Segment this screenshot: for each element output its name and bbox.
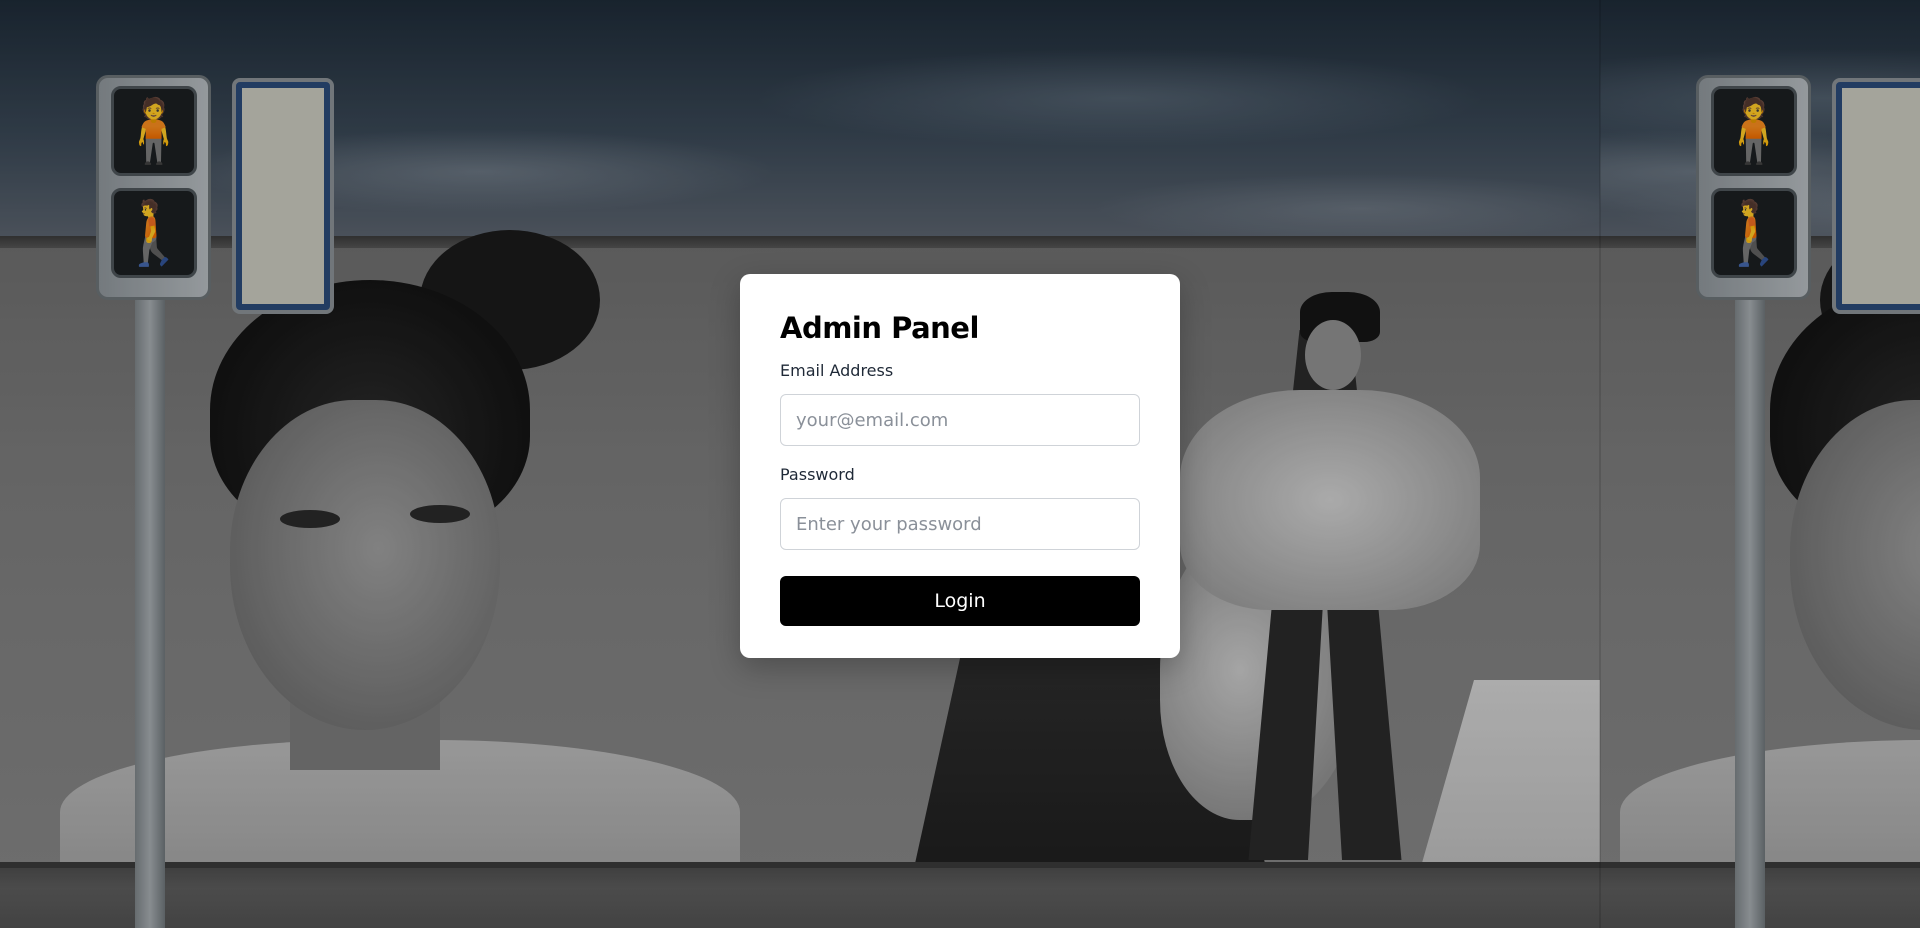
page-title: Admin Panel [780, 311, 979, 345]
login-button[interactable]: Login [780, 576, 1140, 626]
login-page: 🧍 🚶 🧍 🚶 Admin Panel Email Address your@e… [0, 0, 1920, 928]
password-field[interactable] [780, 498, 1140, 550]
login-card: Admin Panel Email Address Password Login [740, 274, 1180, 658]
email-field[interactable] [780, 394, 1140, 446]
background-seam [1599, 0, 1601, 928]
password-label: Password [780, 465, 855, 484]
email-label: Email Address [780, 361, 894, 380]
